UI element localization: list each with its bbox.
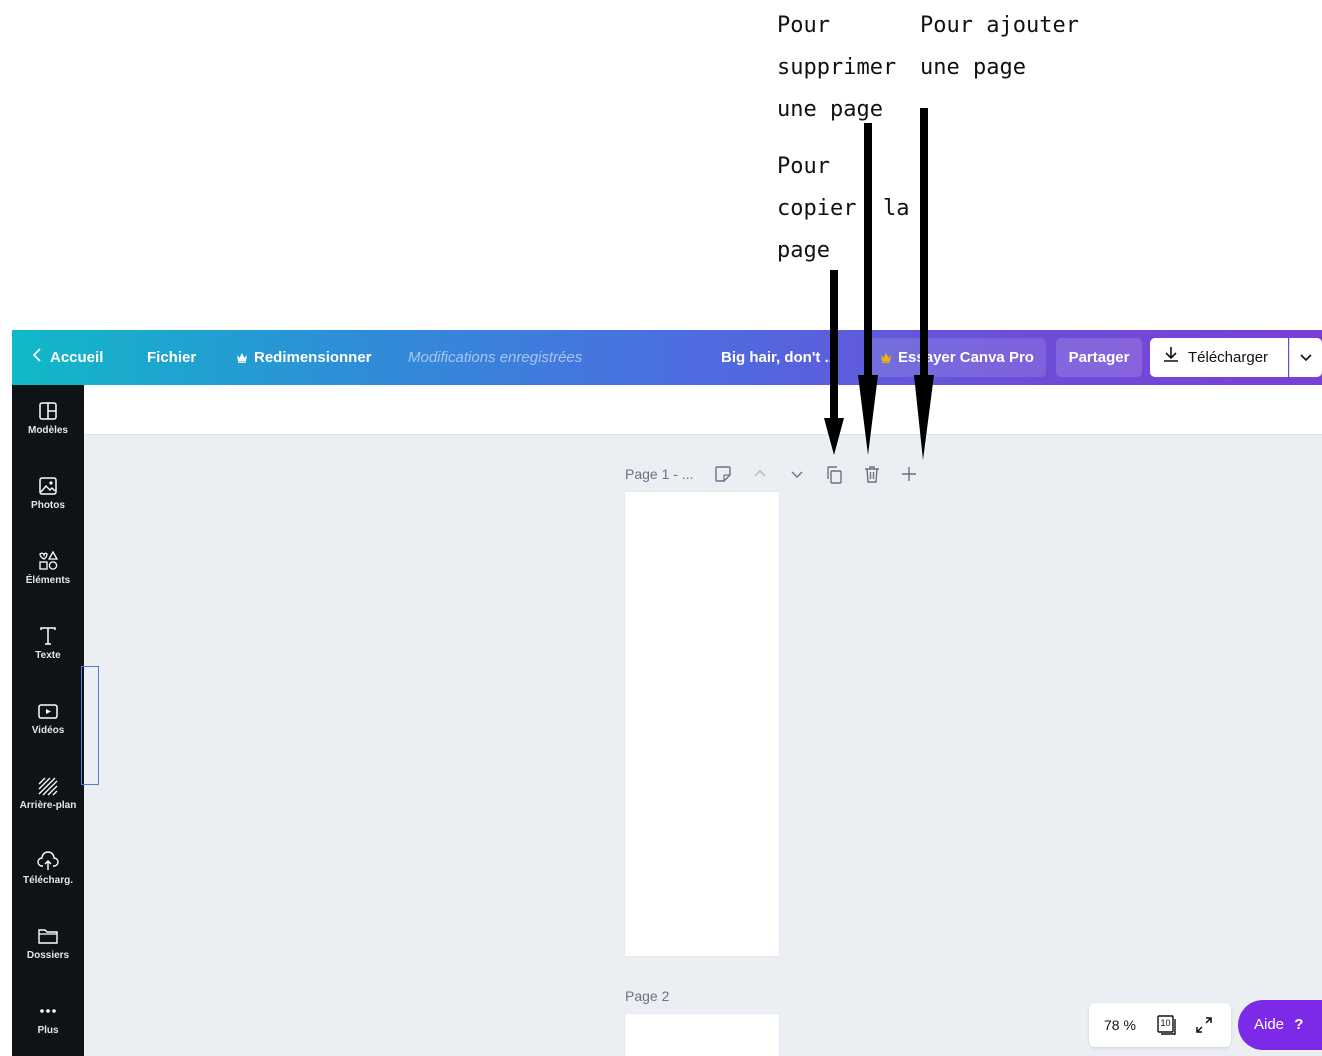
canvas-toolbar bbox=[84, 385, 1322, 435]
chevron-up-icon[interactable] bbox=[750, 464, 770, 484]
folder-icon bbox=[38, 929, 58, 944]
sidebar-item-label: Dossiers bbox=[26, 950, 70, 961]
crown-icon bbox=[236, 331, 248, 386]
zoom-controls: 78 % 10 bbox=[1089, 1003, 1231, 1047]
sidebar: Modèles Photos Éléments Texte Vidéos Arr… bbox=[12, 385, 84, 1056]
resize-label: Redimensionner bbox=[254, 349, 372, 366]
sidebar-item-label: Éléments bbox=[25, 575, 71, 586]
background-icon bbox=[38, 777, 58, 796]
scroll-handle[interactable] bbox=[81, 666, 99, 785]
zoom-level[interactable]: 78 % bbox=[1104, 1003, 1136, 1047]
annotation-add-page: Pour ajouter une page bbox=[920, 13, 1079, 80]
chevron-down-icon bbox=[1300, 354, 1312, 362]
download-button[interactable]: Télécharger bbox=[1150, 338, 1288, 377]
video-icon bbox=[38, 704, 58, 719]
page-count: 10 bbox=[1160, 1018, 1171, 1028]
chevron-down-icon[interactable] bbox=[787, 464, 807, 484]
crown-icon bbox=[880, 339, 892, 378]
page-grid-button[interactable]: 10 bbox=[1156, 1014, 1178, 1036]
sidebar-item-label: Vidéos bbox=[31, 725, 65, 736]
download-icon bbox=[1162, 339, 1180, 378]
upload-icon bbox=[37, 851, 59, 870]
sidebar-item-elements[interactable]: Éléments bbox=[12, 535, 84, 605]
text-icon bbox=[40, 627, 56, 645]
note-icon[interactable] bbox=[713, 464, 733, 484]
top-bar: Accueil Fichier Redimensionner Modificat… bbox=[12, 330, 1322, 385]
help-button[interactable]: Aide ? bbox=[1238, 1000, 1322, 1050]
sidebar-item-templates[interactable]: Modèles bbox=[12, 385, 84, 455]
sidebar-item-more[interactable]: Plus bbox=[12, 985, 84, 1055]
file-menu-button[interactable]: Fichier bbox=[147, 330, 196, 385]
sidebar-item-uploads[interactable]: Télécharg. bbox=[12, 835, 84, 905]
resize-button[interactable]: Redimensionner bbox=[236, 330, 372, 385]
sidebar-item-text[interactable]: Texte bbox=[12, 610, 84, 680]
image-icon bbox=[39, 477, 57, 495]
chevron-left-icon bbox=[32, 331, 42, 386]
sidebar-item-label: Télécharg. bbox=[22, 875, 74, 886]
trash-icon[interactable] bbox=[862, 464, 882, 484]
home-button[interactable]: Accueil bbox=[32, 330, 103, 385]
download-label: Télécharger bbox=[1188, 349, 1269, 366]
design-title[interactable]: Big hair, don't ... bbox=[721, 330, 837, 385]
help-label: Aide bbox=[1254, 1016, 1285, 1033]
plus-icon[interactable] bbox=[899, 464, 919, 484]
sidebar-item-videos[interactable]: Vidéos bbox=[12, 685, 84, 755]
shapes-icon bbox=[39, 551, 59, 570]
annotation-delete-page: Pour supprimer une page bbox=[777, 13, 897, 122]
sidebar-item-label: Arrière-plan bbox=[19, 800, 77, 811]
fullscreen-icon[interactable] bbox=[1194, 1015, 1214, 1035]
page-2-title[interactable]: Page 2 bbox=[625, 988, 669, 1004]
sidebar-item-background[interactable]: Arrière-plan bbox=[12, 760, 84, 830]
page-1-title[interactable]: Page 1 - ... bbox=[625, 466, 693, 482]
try-pro-label: Essayer Canva Pro bbox=[898, 349, 1034, 366]
sidebar-item-photos[interactable]: Photos bbox=[12, 460, 84, 530]
sidebar-item-label: Texte bbox=[35, 650, 61, 661]
share-button[interactable]: Partager bbox=[1056, 338, 1142, 377]
sidebar-item-label: Photos bbox=[31, 500, 65, 511]
copy-page-icon[interactable] bbox=[825, 465, 845, 485]
annotation-copy-page: Pour copier la page bbox=[777, 154, 910, 263]
canvas-area: Page 1 - ... Page 2 bbox=[84, 435, 1322, 1056]
try-pro-button[interactable]: Essayer Canva Pro bbox=[868, 338, 1046, 377]
sidebar-item-label: Plus bbox=[37, 1025, 59, 1036]
more-icon bbox=[40, 1009, 56, 1013]
sidebar-item-label: Modèles bbox=[27, 425, 68, 436]
question-mark-icon: ? bbox=[1294, 1016, 1304, 1033]
sidebar-item-folders[interactable]: Dossiers bbox=[12, 910, 84, 980]
layout-icon bbox=[39, 402, 57, 420]
page-1-sheet[interactable] bbox=[625, 492, 779, 956]
download-options-button[interactable] bbox=[1289, 338, 1322, 377]
home-label: Accueil bbox=[50, 349, 104, 366]
page-2-sheet[interactable] bbox=[625, 1014, 779, 1056]
save-status: Modifications enregistrées bbox=[408, 349, 583, 366]
